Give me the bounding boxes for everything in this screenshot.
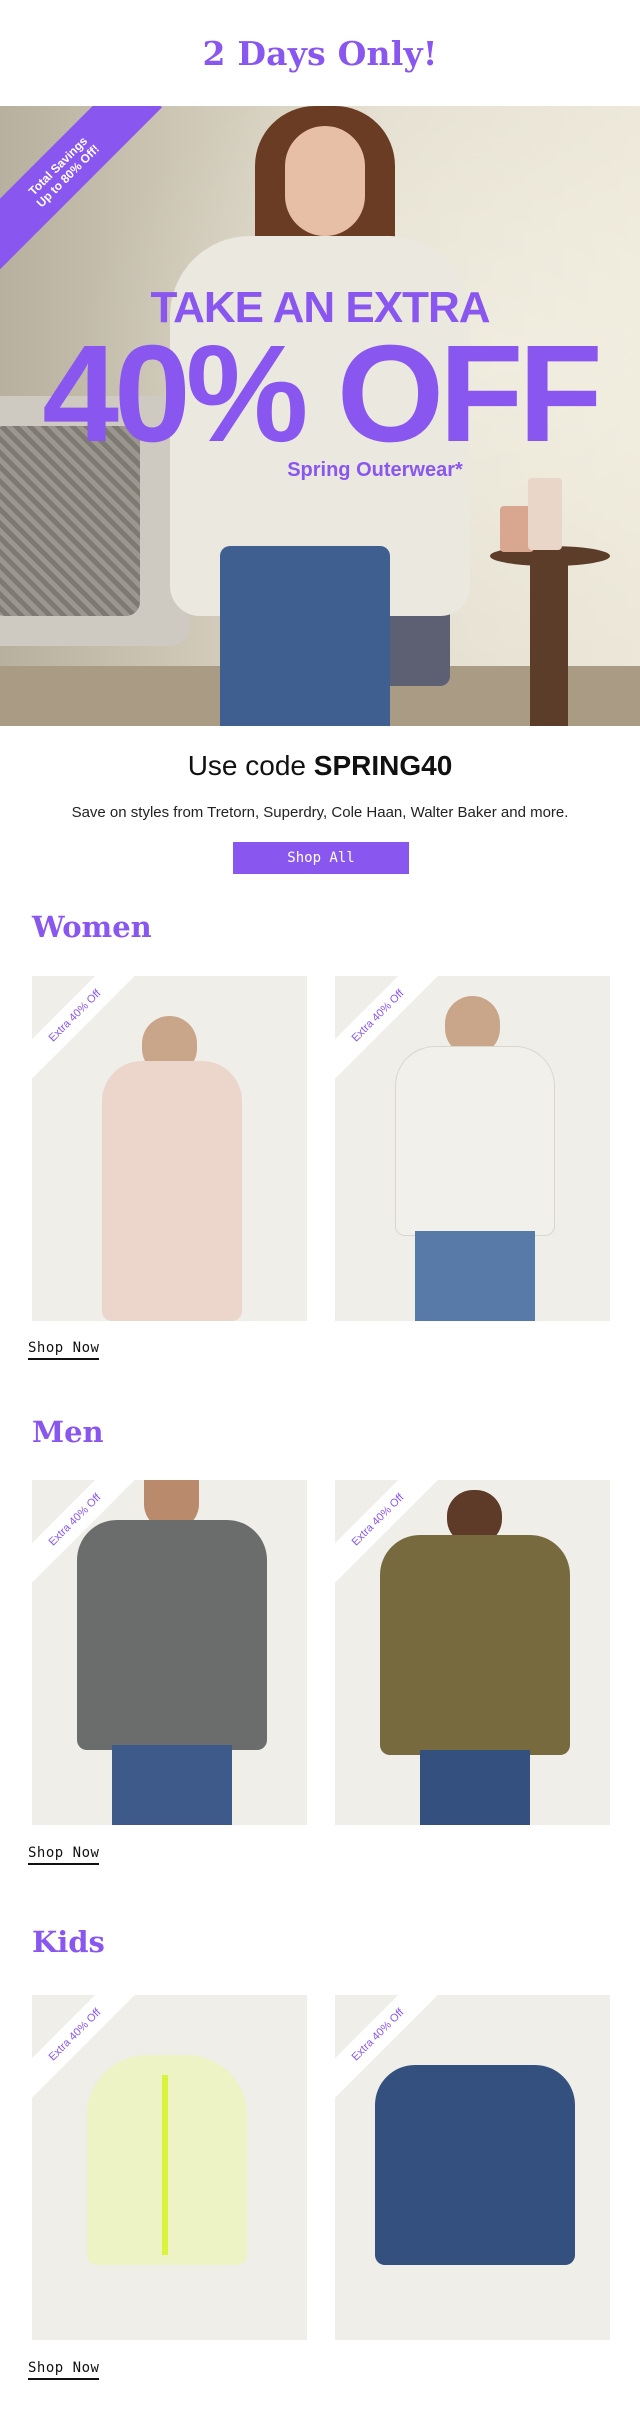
pink-trench-coat (102, 1061, 242, 1321)
blue-jeans (415, 1231, 535, 1321)
header-banner: 2 Days Only! (0, 0, 640, 106)
shop-all-button[interactable]: Shop All (233, 842, 409, 874)
header-title: 2 Days Only! (202, 33, 438, 73)
section-title-kids: Kids (32, 1925, 105, 1959)
hero-candle (528, 478, 562, 550)
product-card-kids-rain-jacket[interactable]: Extra 40% Off (32, 1995, 307, 2340)
section-title-women: Women (32, 910, 152, 944)
jacket-zipper (162, 2075, 168, 2255)
grey-windbreaker (77, 1520, 267, 1750)
olive-bomber-jacket (380, 1535, 570, 1755)
product-card-women-moto-jacket[interactable]: Extra 40% Off (335, 976, 610, 1321)
promo-code-line: Use code SPRING40 (0, 750, 640, 782)
promo-code-prefix: Use code (187, 750, 314, 781)
shop-now-kids-link[interactable]: Shop Now (28, 2360, 100, 2380)
promo-code-block: Use code SPRING40 Save on styles from Tr… (0, 750, 640, 821)
shop-now-women-link[interactable]: Shop Now (28, 1340, 100, 1360)
hero-side-table-leg (530, 561, 568, 726)
product-card-men-bomber[interactable]: Extra 40% Off (335, 1480, 610, 1825)
shop-now-men-link[interactable]: Shop Now (28, 1845, 100, 1865)
hero-offer-text: TAKE AN EXTRA 40% OFF Spring Outerwear* (0, 286, 640, 482)
hero-banner[interactable]: Total Savings Up to 80% Off! TAKE AN EXT… (0, 106, 640, 726)
section-title-men: Men (32, 1415, 104, 1449)
product-card-men-windbreaker[interactable]: Extra 40% Off (32, 1480, 307, 1825)
hero-discount: 40% OFF (42, 317, 602, 471)
product-card-women-trench[interactable]: Extra 40% Off (32, 976, 307, 1321)
product-card-kids-denim-jacket[interactable]: Extra 40% Off (335, 1995, 610, 2340)
promo-code: SPRING40 (313, 750, 453, 781)
blue-jeans (420, 1750, 530, 1825)
blue-jeans (112, 1745, 232, 1825)
denim-jacket (375, 2065, 575, 2265)
hero-model-face (285, 126, 365, 236)
promo-subtitle: Save on styles from Tretorn, Superdry, C… (71, 804, 569, 821)
white-moto-jacket (395, 1046, 555, 1236)
hero-model-jeans (220, 546, 390, 726)
